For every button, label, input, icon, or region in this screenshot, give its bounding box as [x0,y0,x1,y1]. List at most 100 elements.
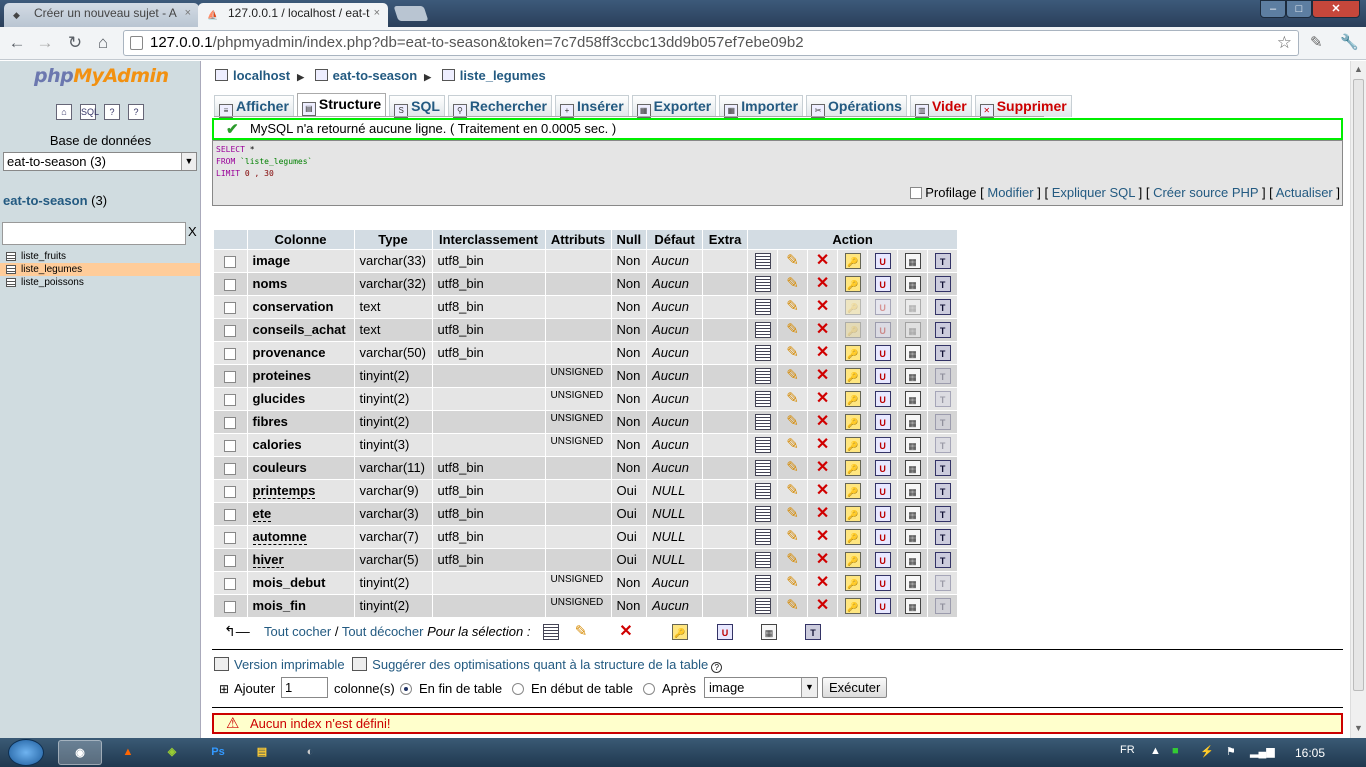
fulltext-icon[interactable]: T [934,275,951,292]
row-checkbox[interactable] [224,485,237,498]
primary-selected-icon[interactable]: 🔑 [672,624,688,640]
browse-icon[interactable] [754,298,771,315]
primary-key-icon[interactable]: 🔑 [844,482,861,499]
primary-key-icon[interactable]: 🔑 [844,390,861,407]
tab-import[interactable]: ▦ Importer [719,95,804,118]
edit-icon[interactable]: ✎ [785,528,801,545]
drop-icon[interactable]: ✕ [815,367,831,384]
sql-icon[interactable]: SQL [80,104,99,120]
home-button[interactable]: ⌂ [92,33,114,53]
tab-browse[interactable]: ≡ Afficher [214,95,294,118]
browse-icon[interactable] [754,597,771,614]
row-checkbox[interactable] [224,301,237,314]
table-list-item[interactable]: liste_legumes [0,263,200,276]
filter-clear-button[interactable]: X [188,224,197,239]
edit-icon[interactable]: ✎ [785,298,801,315]
index-icon[interactable]: ▦ [904,505,921,522]
breadcrumb-table[interactable]: liste_legumes [460,68,546,83]
edit-icon[interactable]: ✎ [785,390,801,407]
browse-icon[interactable] [754,436,771,453]
unique-icon[interactable]: U [874,413,891,430]
address-bar[interactable]: 127.0.0.1/phpmyadmin/index.php?db=eat-to… [123,30,1299,56]
row-checkbox[interactable] [224,393,237,406]
row-checkbox[interactable] [224,508,237,521]
edit-icon[interactable]: ✎ [785,344,801,361]
row-checkbox[interactable] [224,577,237,590]
edit-icon[interactable]: ✎ [785,597,801,614]
unique-icon[interactable]: U [874,436,891,453]
fulltext-icon[interactable]: T [934,367,951,384]
primary-key-icon[interactable]: 🔑 [844,413,861,430]
suggest-structure-link[interactable]: Suggérer des optimisations quant à la st… [372,657,708,672]
row-checkbox[interactable] [224,324,237,337]
vlc-taskbar-icon[interactable]: ▲ [108,740,148,765]
index-icon[interactable]: ▦ [904,459,921,476]
browser-tab-forum[interactable]: ◆ Créer un nouveau sujet - A × [4,3,199,27]
primary-key-icon[interactable]: 🔑 [844,459,861,476]
index-icon[interactable]: ▦ [904,551,921,568]
index-icon[interactable]: ▦ [904,528,921,545]
power-icon[interactable]: ⚡ [1200,745,1214,758]
window-minimize-button[interactable]: – [1260,0,1286,18]
primary-key-icon[interactable]: 🔑 [844,275,861,292]
scrollbar-thumb[interactable] [1353,79,1364,691]
bookmark-star-icon[interactable]: ☆ [1277,31,1292,55]
at-end-radio[interactable] [400,683,412,695]
unique-icon[interactable]: U [874,482,891,499]
edit-icon[interactable]: ✎ [785,551,801,568]
page-menu-icon[interactable]: ✎ [1310,33,1330,53]
browse-icon[interactable] [754,344,771,361]
chrome-taskbar-icon[interactable]: ◉ [58,740,102,765]
reload-button[interactable]: ↻ [64,33,86,53]
back-button[interactable]: ← [6,33,28,53]
drop-icon[interactable]: ✕ [815,321,831,338]
breadcrumb-server[interactable]: localhost [233,68,290,83]
primary-key-icon[interactable]: 🔑 [844,344,861,361]
edit-icon[interactable]: ✎ [785,413,801,430]
row-checkbox[interactable] [224,347,237,360]
row-checkbox[interactable] [224,370,237,383]
unique-icon[interactable]: U [874,390,891,407]
fulltext-icon[interactable]: T [934,298,951,315]
primary-key-icon[interactable]: 🔑 [844,551,861,568]
profiling-checkbox[interactable] [910,187,923,199]
index-selected-icon[interactable]: ▦ [761,624,777,640]
table-filter-input[interactable] [2,222,186,245]
unique-icon[interactable]: U [874,551,891,568]
primary-key-icon[interactable]: 🔑 [844,574,861,591]
uncheck-all-link[interactable]: Tout décocher [342,624,424,639]
forward-button[interactable]: → [34,33,56,53]
primary-key-icon[interactable]: 🔑 [844,436,861,453]
drop-icon[interactable]: ✕ [815,344,831,361]
check-all-link[interactable]: Tout cocher [264,624,331,639]
tab-drop[interactable]: ✕ Supprimer [974,95,1072,118]
fulltext-icon[interactable]: T [934,505,951,522]
row-checkbox[interactable] [224,255,237,268]
query-window-icon[interactable]: ? [104,104,120,120]
drop-icon[interactable]: ✕ [815,551,831,568]
index-icon[interactable]: ▦ [904,298,921,315]
primary-key-icon[interactable]: 🔑 [844,252,861,269]
unique-icon[interactable]: U [874,252,891,269]
fulltext-icon[interactable]: T [934,551,951,568]
tray-expand-icon[interactable]: ▲ [1150,745,1161,757]
fulltext-icon[interactable]: T [934,459,951,476]
row-checkbox[interactable] [224,416,237,429]
edit-icon[interactable]: ✎ [785,505,801,522]
photoshop-taskbar-icon[interactable]: Ps [198,740,238,765]
home-icon[interactable]: ⌂ [56,104,72,120]
new-tab-button[interactable] [393,6,429,21]
browse-icon[interactable] [754,321,771,338]
tab-structure[interactable]: ▤ Structure [296,93,387,117]
browse-icon[interactable] [754,252,771,269]
edit-icon[interactable]: ✎ [785,367,801,384]
primary-key-icon[interactable]: 🔑 [844,298,861,315]
fulltext-icon[interactable]: T [934,390,951,407]
help-icon[interactable]: ? [711,662,723,673]
explorer-taskbar-icon[interactable]: ▤ [242,740,282,765]
primary-key-icon[interactable]: 🔑 [844,505,861,522]
start-button[interactable] [8,739,44,766]
drop-icon[interactable]: ✕ [815,252,831,269]
fulltext-icon[interactable]: T [934,574,951,591]
fulltext-icon[interactable]: T [934,321,951,338]
